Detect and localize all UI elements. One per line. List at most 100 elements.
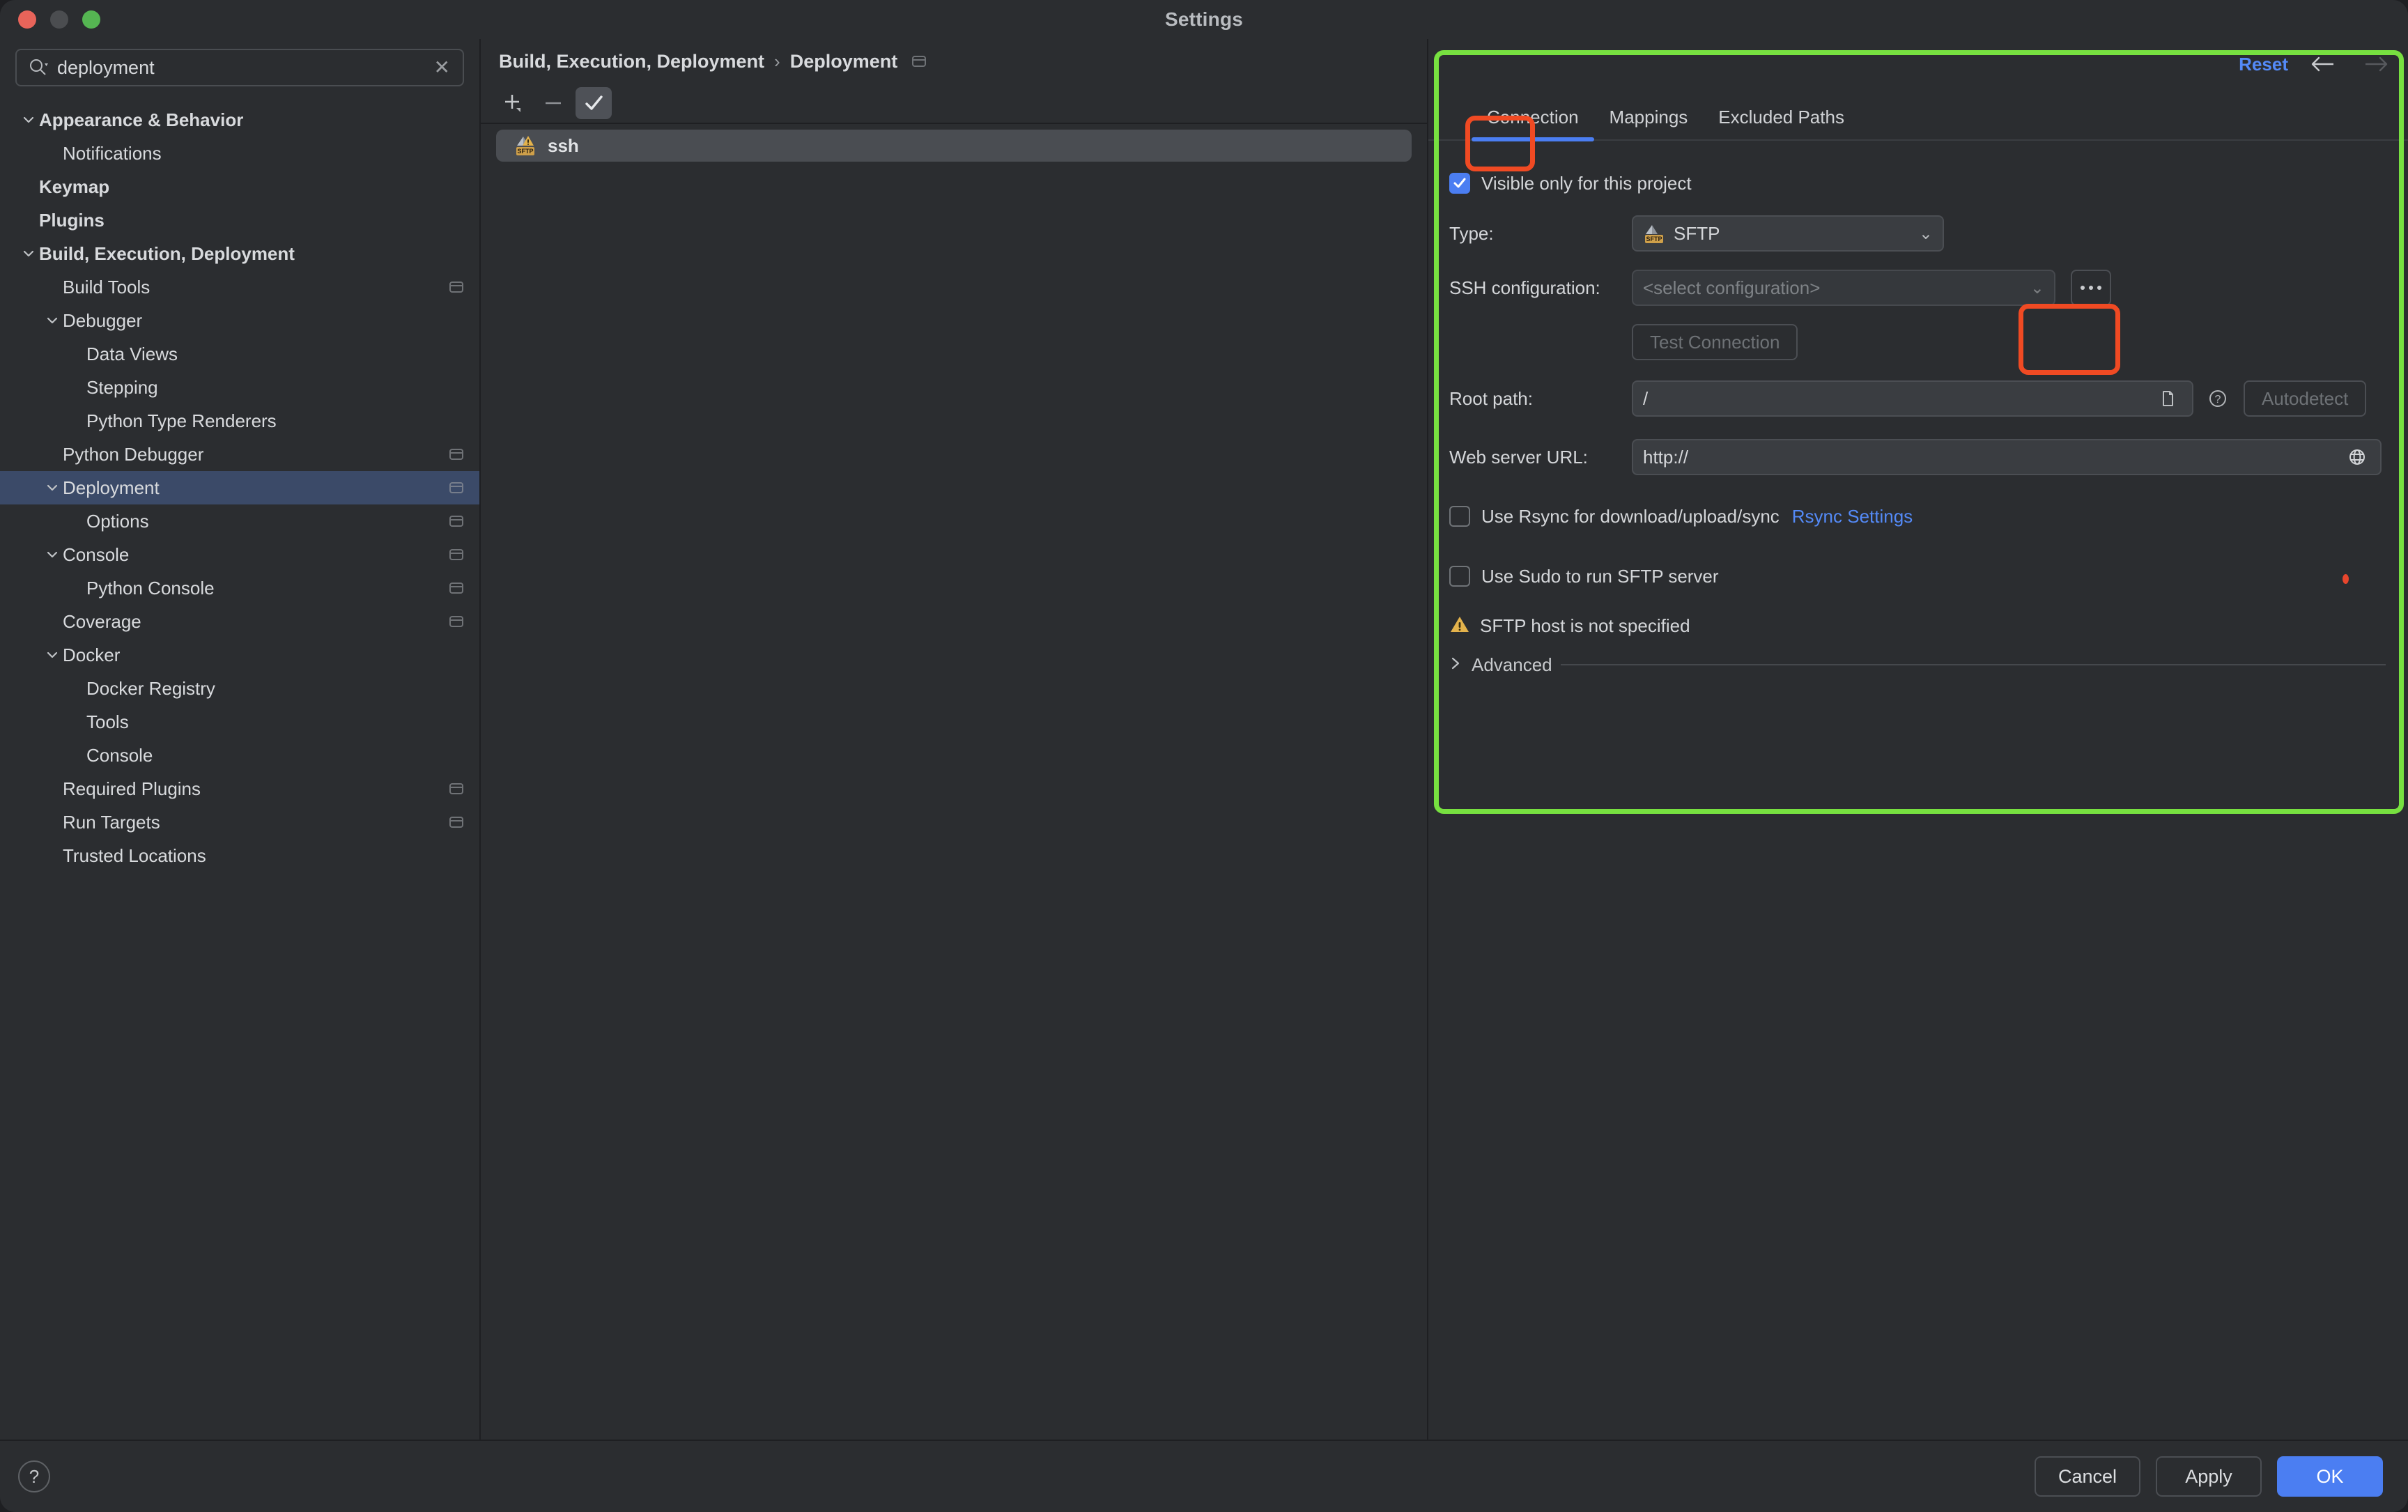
globe-icon[interactable] (2344, 444, 2370, 470)
rsync-row: Use Rsync for download/upload/sync Rsync… (1428, 486, 2408, 546)
search-input[interactable]: deployment ✕ (15, 49, 464, 86)
close-button-icon[interactable] (18, 10, 36, 29)
sudo-checkbox[interactable] (1449, 566, 1470, 587)
ok-button[interactable]: OK (2277, 1456, 2383, 1497)
help-button[interactable]: ? (18, 1460, 50, 1492)
clear-search-icon[interactable]: ✕ (431, 58, 453, 77)
ssh-configuration-browse-button[interactable] (2071, 270, 2111, 306)
window-frame-icon (447, 579, 465, 597)
sidebar-item-python-type-renderers[interactable]: Python Type Renderers (0, 404, 479, 438)
sidebar-item-options[interactable]: Options (0, 504, 479, 538)
autodetect-button[interactable]: Autodetect (2244, 380, 2367, 417)
test-connection-button[interactable]: Test Connection (1632, 324, 1798, 360)
server-list-item[interactable]: SFTP ssh (496, 130, 1412, 162)
ssh-configuration-dropdown[interactable]: <select configuration> ⌄ (1632, 270, 2055, 306)
test-connection-row: Test Connection (1428, 315, 2408, 369)
sidebar-item-deployment[interactable]: Deployment (0, 471, 479, 504)
sidebar-item-build-execution-deployment[interactable]: Build, Execution, Deployment (0, 237, 479, 270)
sidebar-item-keymap[interactable]: Keymap (0, 170, 479, 203)
chevron-down-icon[interactable] (18, 246, 39, 261)
sidebar-item-plugins[interactable]: Plugins (0, 203, 479, 237)
chevron-down-icon[interactable] (42, 647, 63, 663)
sidebar-item-tools[interactable]: Tools (0, 705, 479, 739)
set-default-server-button[interactable] (576, 87, 612, 119)
dialog-buttons: Cancel Apply OK (2035, 1456, 2383, 1497)
sidebar-item-appearance-behavior[interactable]: Appearance & Behavior (0, 103, 479, 137)
cancel-label: Cancel (2058, 1465, 2117, 1487)
root-path-input[interactable]: / (1632, 380, 2193, 417)
type-label: Type: (1449, 222, 1494, 244)
rsync-label: Use Rsync for download/upload/sync (1481, 505, 1780, 527)
rsync-checkbox[interactable] (1449, 506, 1470, 527)
sidebar-item-label: Docker (63, 644, 121, 665)
sidebar-item-python-debugger[interactable]: Python Debugger (0, 438, 479, 471)
ellipsis-icon (2081, 286, 2101, 290)
sidebar-item-docker[interactable]: Docker (0, 638, 479, 672)
sidebar-item-debugger[interactable]: Debugger (0, 304, 479, 337)
ssh-configuration-placeholder: <select configuration> (1643, 277, 1821, 298)
minimize-button-icon[interactable] (50, 10, 68, 29)
tab-mappings[interactable]: Mappings (1594, 107, 1704, 139)
settings-tree: Appearance & Behavior Notifications Keymap… (0, 93, 479, 872)
rsync-settings-link[interactable]: Rsync Settings (1792, 506, 1913, 527)
chevron-down-icon[interactable] (42, 480, 63, 495)
visible-only-checkbox[interactable] (1449, 173, 1470, 194)
ssh-configuration-row: SSH configuration: <select configuration… (1428, 261, 2408, 315)
folder-browse-icon[interactable] (2156, 385, 2182, 412)
search-value: deployment (57, 56, 155, 78)
forward-arrow-icon[interactable] (2359, 50, 2391, 78)
sidebar-item-console[interactable]: Console (0, 538, 479, 571)
remove-server-button[interactable] (535, 87, 571, 119)
sidebar-item-label: Notifications (63, 142, 162, 164)
window-title: Settings (1164, 8, 1244, 30)
sftp-server-icon: SFTP (514, 134, 538, 157)
sidebar-item-notifications[interactable]: Notifications (0, 137, 479, 170)
chevron-down-icon[interactable] (18, 112, 39, 128)
sidebar-item-docker-registry[interactable]: Docker Registry (0, 672, 479, 705)
tab-connection[interactable]: Connection (1472, 107, 1594, 141)
window-frame-icon (447, 813, 465, 831)
sidebar-item-coverage[interactable]: Coverage (0, 605, 479, 638)
zoom-button-icon[interactable] (82, 10, 100, 29)
sudo-label: Use Sudo to run SFTP server (1481, 565, 1719, 587)
sidebar-item-required-plugins[interactable]: Required Plugins (0, 772, 479, 805)
advanced-section-toggle[interactable]: Advanced (1428, 645, 2408, 684)
chevron-right-icon (1448, 654, 1463, 677)
apply-button[interactable]: Apply (2156, 1456, 2262, 1497)
ssh-configuration-label: SSH configuration: (1449, 277, 1600, 298)
visible-only-row: Visible only for this project (1428, 160, 2408, 206)
deployment-servers-panel: Build, Execution, Deployment › Deploymen… (481, 39, 1428, 1440)
window-body: deployment ✕ Appearance & Behavior Notifi… (0, 39, 2408, 1440)
sidebar-item-label: Coverage (63, 610, 141, 632)
sidebar-item-label: Console (86, 744, 153, 766)
visible-only-label: Visible only for this project (1481, 172, 1692, 194)
window-frame-icon (447, 612, 465, 631)
type-dropdown[interactable]: SFTP SFTP ⌄ (1632, 215, 1944, 252)
root-path-label: Root path: (1449, 387, 1533, 409)
root-path-value: / (1643, 387, 1649, 409)
chevron-down-icon[interactable] (42, 547, 63, 562)
sidebar-item-label: Tools (86, 711, 129, 732)
advanced-divider (1560, 664, 2386, 665)
sidebar-item-console[interactable]: Console (0, 739, 479, 772)
tab-label: Excluded Paths (1718, 107, 1844, 128)
sidebar-item-build-tools[interactable]: Build Tools (0, 270, 479, 304)
sidebar-item-python-console[interactable]: Python Console (0, 571, 479, 605)
sidebar-item-data-views[interactable]: Data Views (0, 337, 479, 371)
tab-excluded-paths[interactable]: Excluded Paths (1703, 107, 1860, 139)
sidebar-item-stepping[interactable]: Stepping (0, 371, 479, 404)
sidebar-item-label: Python Console (86, 577, 215, 599)
back-arrow-icon[interactable] (2308, 50, 2340, 78)
cancel-button[interactable]: Cancel (2035, 1456, 2140, 1497)
reset-button[interactable]: Reset (2239, 54, 2288, 75)
tab-label: Connection (1487, 107, 1579, 128)
web-server-url-input[interactable]: http:// (1632, 439, 2382, 475)
sidebar-item-run-targets[interactable]: Run Targets (0, 805, 479, 839)
breadcrumb-parent[interactable]: Build, Execution, Deployment (499, 51, 764, 72)
root-path-help-icon[interactable]: ? (2205, 385, 2231, 412)
sidebar-item-label: Stepping (86, 376, 158, 398)
sidebar-item-label: Build, Execution, Deployment (39, 242, 295, 264)
sidebar-item-trusted-locations[interactable]: Trusted Locations (0, 839, 479, 872)
chevron-down-icon[interactable] (42, 313, 63, 328)
add-server-button[interactable] (495, 87, 531, 119)
